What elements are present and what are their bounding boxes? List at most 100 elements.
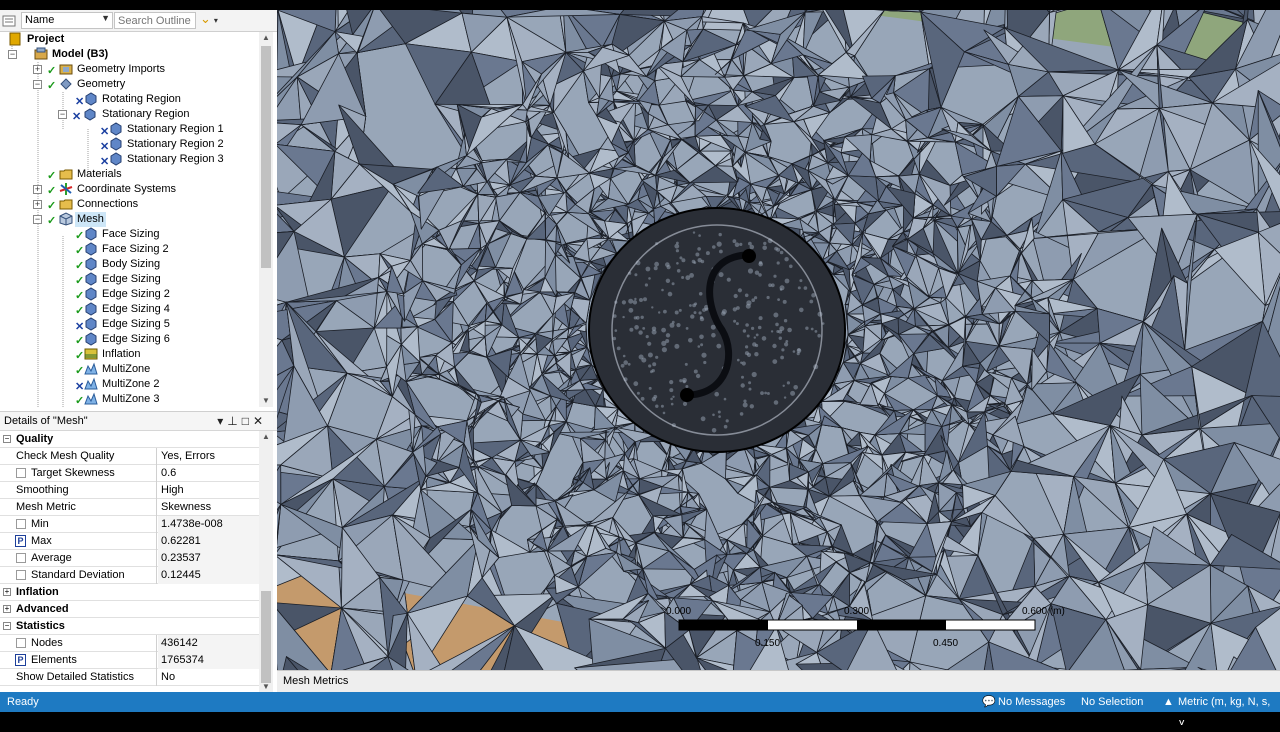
section-advanced[interactable]: + Advanced [0,601,259,618]
expand-icon[interactable]: + [33,185,42,194]
tree-label: MultiZone [102,362,150,377]
maximize-icon[interactable]: □ [242,414,253,428]
prop-row: Standard Deviation 0.12445 [0,567,259,584]
pin-icon[interactable]: ⊥ [227,414,241,428]
prop-value: 1.4738e-008 [158,516,259,533]
sizing-icon [84,317,98,331]
section-quality[interactable]: − Quality [0,431,259,448]
check-icon: ✓ [47,79,57,94]
collapse-icon[interactable]: − [33,80,42,89]
search-outline-input[interactable] [114,12,196,29]
section-label: Advanced [0,601,259,618]
section-statistics[interactable]: − Statistics [0,618,259,635]
details-scrollbar[interactable]: ▲ ▼ [259,431,273,693]
outline-toolbar: Name ▼ ⌄▾ [0,10,277,32]
mesh-icon [59,212,73,226]
tree-label: Rotating Region [102,92,181,107]
check-icon [21,48,31,63]
expand-icon[interactable]: + [33,200,42,209]
prop-row[interactable]: Mesh Metric Skewness [0,499,259,516]
check-icon: ✓ [47,199,57,214]
scrollbar-thumb[interactable] [261,46,271,268]
tree-label: Edge Sizing 2 [102,287,170,302]
prop-key: Average [0,550,157,567]
cross-icon: ✕ [72,110,82,125]
check-icon: ✓ [47,64,57,79]
scroll-up-icon[interactable]: ▲ [259,431,273,443]
prop-row: P Max 0.62281 [0,533,259,550]
body-icon [109,152,123,166]
check-icon: ✓ [47,184,57,199]
dropdown-icon[interactable]: ▾ [217,414,227,428]
prop-value[interactable]: No [158,669,259,686]
tree-label: Inflation [102,347,141,362]
section-inflation[interactable]: + Inflation [0,584,259,601]
tree-label: MultiZone 2 [102,377,159,392]
prop-value[interactable]: 0.6 [158,465,259,482]
tree-label: Materials [77,167,122,182]
prop-row: Nodes 436142 [0,635,259,652]
inflation-icon [84,347,98,361]
prop-key: Check Mesh Quality [0,448,157,465]
tree-label: Stationary Region 3 [127,152,224,167]
filter-button[interactable]: ⌄▾ [200,11,230,29]
tree-label: Edge Sizing [102,272,161,287]
sizing-icon [84,272,98,286]
prop-row[interactable]: Show Detailed Statistics No [0,669,259,686]
tree-label: Coordinate Systems [77,182,176,197]
model-icon [34,47,48,61]
prop-key: Standard Deviation [0,567,157,584]
tree-label: Geometry [77,77,125,92]
prop-row[interactable]: Check Mesh Quality Yes, Errors [0,448,259,465]
scroll-down-icon[interactable]: ▼ [259,395,273,407]
tree-label: Edge Sizing 6 [102,332,170,347]
prop-value[interactable]: High [158,482,259,499]
collapse-icon[interactable]: − [8,50,17,59]
sizing-icon [84,287,98,301]
graphics-viewport[interactable]: 0.000 0.300 0.600 (m) 0.150 0.450 [277,10,1280,670]
mesh-element [913,396,937,410]
outline-icon [2,14,16,28]
collapse-icon[interactable]: − [33,215,42,224]
prop-key: Elements [0,652,157,669]
prop-row[interactable]: Target Skewness 0.6 [0,465,259,482]
geometry-icon [59,77,73,91]
expand-icon[interactable]: + [33,65,42,74]
tree-label: Face Sizing [102,227,159,242]
prop-key: Smoothing [0,482,157,499]
prop-key: Show Detailed Statistics [0,669,157,686]
folder-icon [59,197,73,211]
section-label: Quality [0,431,259,448]
prop-key: Nodes [0,635,157,652]
check-icon: ✓ [47,169,57,184]
multizone-icon [84,392,98,406]
collapse-icon[interactable]: − [58,110,67,119]
mesh-element [965,298,982,317]
outline-scrollbar[interactable]: ▲ ▼ [259,32,273,407]
tree-label: Project [27,32,64,47]
check-icon: ✓ [47,214,57,229]
name-dropdown[interactable]: Name ▼ [21,12,113,29]
tree-label: Model (B3) [52,47,108,62]
prop-key: Mesh Metric [0,499,157,516]
mesh-view [277,10,1280,670]
section-label: Inflation [0,584,259,601]
prop-key: Target Skewness [0,465,157,482]
prop-value: 436142 [158,635,259,652]
details-title: Details of "Mesh" [4,415,88,427]
prop-value[interactable]: Skewness [158,499,259,516]
details-panel-header: Details of "Mesh" ▾⊥□✕ [0,411,277,431]
name-dropdown-value: Name [25,14,54,26]
scrollbar-thumb[interactable] [261,591,271,683]
section-label: Statistics [0,618,259,635]
details-grid: − Quality Check Mesh Quality Yes, Errors… [0,431,259,693]
sizing-icon [84,332,98,346]
scroll-up-icon[interactable]: ▲ [259,32,273,44]
prop-value[interactable]: Yes, Errors [158,448,259,465]
close-icon[interactable]: ✕ [253,414,267,428]
prop-row: Min 1.4738e-008 [0,516,259,533]
sizing-icon [84,227,98,241]
prop-row[interactable]: Smoothing High [0,482,259,499]
mesh-element [860,473,887,497]
tree-label: MultiZone 3 [102,392,159,407]
